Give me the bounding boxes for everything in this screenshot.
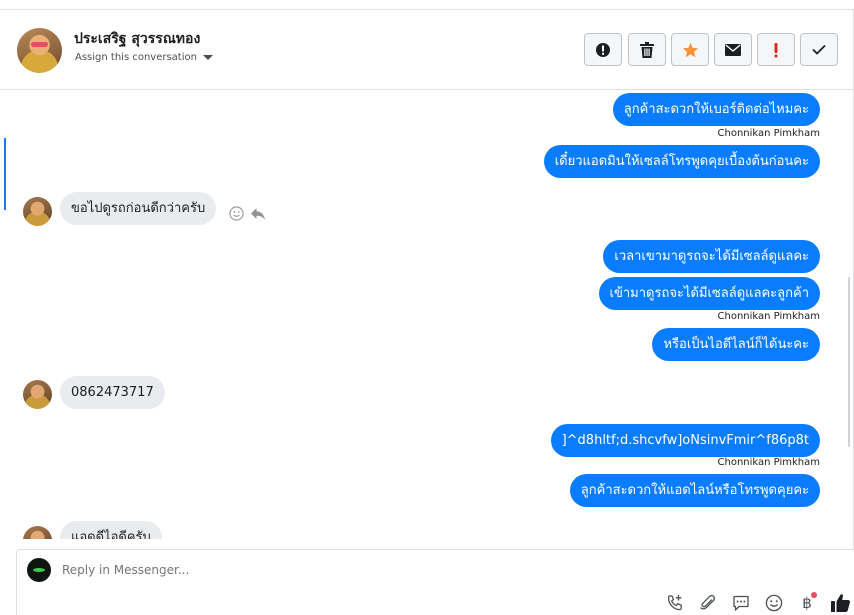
message-bubble-outgoing[interactable]: ลูกค้าสะดวกให้เบอร์ติดต่อไหมคะ	[612, 93, 820, 126]
saved-replies-icon[interactable]	[730, 592, 752, 614]
composer-toolbar: ฿	[664, 592, 851, 614]
page-avatar	[27, 558, 51, 582]
assign-conversation-dropdown[interactable]: Assign this conversation	[75, 52, 213, 63]
envelope-icon	[725, 43, 741, 56]
delete-button[interactable]	[628, 33, 666, 66]
message-thread: ลูกค้าสะดวกให้เบอร์ติดต่อไหมคะ Chonnikan…	[0, 91, 852, 539]
message-bubble-outgoing[interactable]: เข้ามาดูรถจะได้มีเซลล์ดูแลคะลูกค้า	[598, 277, 820, 310]
thumbs-up-icon[interactable]	[829, 592, 851, 614]
paperclip-icon[interactable]	[697, 592, 719, 614]
emoji-icon[interactable]	[763, 592, 785, 614]
contact-avatar[interactable]	[17, 28, 62, 73]
sender-label: Chonnikan Pimkham	[717, 311, 820, 322]
exclamation-icon	[774, 42, 778, 57]
star-button[interactable]	[671, 33, 709, 66]
message-bubble-outgoing[interactable]: เดี๋ยวแอดมินให้เซลล์โทรพูดคุยเบื้องต้นก่…	[543, 145, 820, 178]
trash-icon	[640, 41, 654, 58]
reply-input[interactable]	[62, 563, 462, 577]
phone-add-icon[interactable]	[664, 592, 686, 614]
alert-circle-icon	[596, 42, 610, 57]
message-bubble-outgoing[interactable]: หรือเป็นไอดีไลน์ก็ได้นะคะ	[652, 328, 820, 361]
contact-name[interactable]: ประเสริฐ สุวรรณทอง	[74, 28, 200, 50]
message-bubble-incoming[interactable]: แอดดีไอดีครับ	[60, 521, 162, 539]
message-bubble-outgoing[interactable]: ]^d8hltf;d.shcvfw]oNsinvFmir^f86p8t	[550, 424, 820, 457]
message-bubble-outgoing[interactable]: ลูกค้าสะดวกให้แอดไลน์หรือโทรพูดคุยคะ	[569, 474, 820, 507]
notification-dot	[811, 592, 817, 598]
follow-up-button[interactable]	[757, 33, 795, 66]
mark-unread-button[interactable]	[714, 33, 752, 66]
sender-label: Chonnikan Pimkham	[717, 128, 820, 139]
react-emoji-icon[interactable]	[229, 206, 244, 221]
conversation-header: ประเสริฐ สุวรรณทอง Assign this conversat…	[0, 10, 853, 90]
assign-label: Assign this conversation	[75, 52, 197, 63]
contact-avatar-small	[23, 526, 52, 539]
sender-label: Chonnikan Pimkham	[717, 457, 820, 468]
message-bubble-incoming[interactable]: ขอไปดูรถก่อนดีกว่าครับ	[60, 192, 217, 225]
contact-avatar-small	[23, 380, 52, 409]
chevron-down-icon	[202, 55, 213, 60]
message-bubble-outgoing[interactable]: เวลาเขามาดูรถจะได้มีเซลล์ดูแลคะ	[603, 240, 820, 273]
baht-payment-icon[interactable]: ฿	[796, 592, 818, 614]
star-icon	[682, 42, 698, 57]
message-bubble-incoming[interactable]: 0862473717	[60, 376, 165, 409]
reply-composer: ฿	[16, 549, 854, 615]
reply-icon[interactable]	[250, 207, 266, 221]
checkmark-icon	[812, 44, 826, 55]
mark-done-button[interactable]	[800, 33, 838, 66]
mark-spam-button[interactable]	[584, 33, 622, 66]
message-actions	[229, 206, 266, 221]
contact-avatar-small	[23, 197, 52, 226]
